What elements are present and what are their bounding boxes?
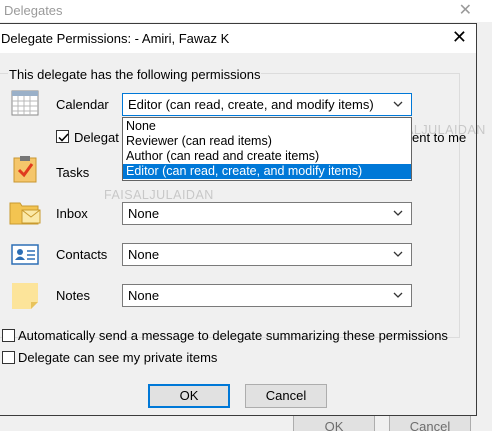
- inbox-icon: [8, 197, 42, 227]
- calendar-icon: [10, 88, 40, 118]
- notes-permission-value: None: [128, 288, 160, 303]
- tasks-icon: [10, 154, 40, 184]
- dialog-title: Delegate Permissions: - Amiri, Fawaz K: [1, 31, 230, 46]
- chevron-down-icon: [393, 292, 403, 298]
- delegates-close-icon[interactable]: ✕: [459, 0, 472, 19]
- private-items-label: Delegate can see my private items: [18, 350, 218, 365]
- chevron-down-icon: [393, 101, 403, 107]
- dropdown-option-author[interactable]: Author (can read and create items): [123, 149, 411, 164]
- dropdown-option-reviewer[interactable]: Reviewer (can read items): [123, 134, 411, 149]
- auto-send-summary-label: Automatically send a message to delegate…: [18, 328, 448, 343]
- delegates-window-title: Delegates: [4, 3, 63, 18]
- contacts-label: Contacts: [56, 247, 108, 262]
- inbox-permission-value: None: [128, 206, 160, 221]
- inbox-label: Inbox: [56, 206, 88, 221]
- notes-permission-select[interactable]: None: [122, 284, 412, 307]
- auto-send-summary-checkbox[interactable]: [2, 329, 15, 342]
- calendar-permission-dropdown-list: None Reviewer (can read items) Author (c…: [122, 117, 412, 181]
- delegate-permissions-dialog: Delegate Permissions: - Amiri, Fawaz K ✕…: [0, 23, 485, 416]
- ok-button[interactable]: OK: [148, 384, 230, 408]
- calendar-permission-select[interactable]: Editor (can read, create, and modify ite…: [122, 93, 412, 116]
- dropdown-option-none[interactable]: None: [123, 119, 411, 134]
- checkmark-icon: [58, 133, 69, 142]
- notes-label: Notes: [56, 288, 90, 303]
- permissions-group-caption: This delegate has the following permissi…: [8, 67, 262, 82]
- dialog-close-icon[interactable]: ✕: [452, 27, 467, 48]
- dialog-titlebar: Delegate Permissions: - Amiri, Fawaz K ✕: [0, 24, 476, 53]
- calendar-label: Calendar: [56, 97, 109, 112]
- contacts-icon: [10, 239, 40, 269]
- delegates-titlebar: Delegates ✕: [0, 0, 492, 22]
- private-items-checkbox[interactable]: [2, 351, 15, 364]
- dropdown-option-editor[interactable]: Editor (can read, create, and modify ite…: [123, 164, 411, 179]
- chevron-down-icon: [393, 251, 403, 257]
- delegates-cancel-button[interactable]: Cancel: [389, 415, 471, 431]
- cancel-button[interactable]: Cancel: [245, 384, 327, 408]
- calendar-checkbox-label-left: Delegat: [74, 130, 119, 145]
- tasks-label: Tasks: [56, 165, 90, 180]
- contacts-permission-select[interactable]: None: [122, 243, 412, 266]
- inbox-permission-select[interactable]: None: [122, 202, 412, 225]
- watermark-text: FAISALJULAIDAN: [104, 188, 214, 202]
- contacts-permission-value: None: [128, 247, 160, 262]
- delegates-ok-button[interactable]: OK: [293, 415, 375, 431]
- chevron-down-icon: [393, 210, 403, 216]
- calendar-permission-value: Editor (can read, create, and modify ite…: [128, 97, 374, 112]
- notes-icon: [10, 280, 40, 310]
- calendar-delegate-checkbox[interactable]: [56, 130, 69, 143]
